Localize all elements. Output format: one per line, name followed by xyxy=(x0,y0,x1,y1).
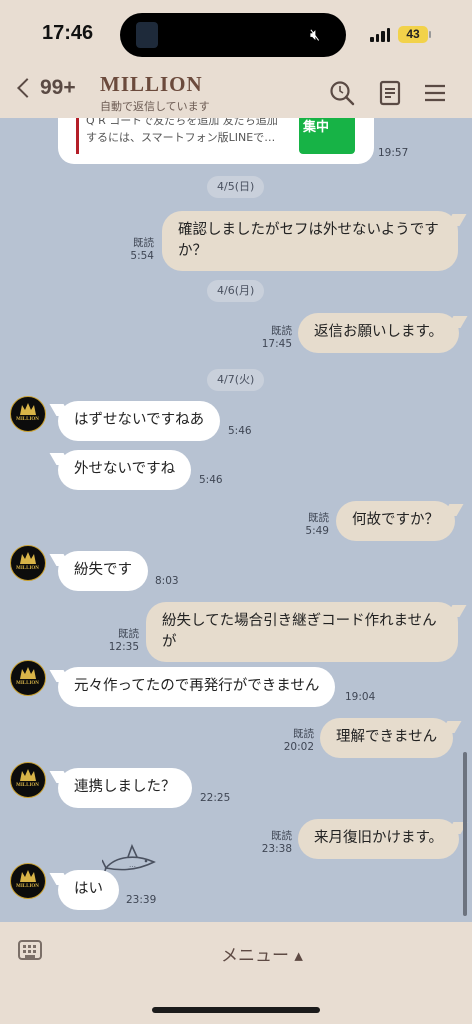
message-time: 23:39 xyxy=(126,894,157,906)
outgoing-message[interactable]: 来月復旧かけます。 xyxy=(298,819,460,859)
hamburger-menu-icon[interactable] xyxy=(422,80,448,106)
dynamic-island: 🔇︎ xyxy=(120,13,346,57)
read-receipt: 既読 xyxy=(133,237,154,249)
date-separator: 4/7(火) xyxy=(207,369,265,391)
message-time: 17:45 xyxy=(261,338,292,350)
message-time: 5:49 xyxy=(305,525,329,537)
menu-toggle-button[interactable]: メニュー ▴ xyxy=(221,941,303,966)
battery-icon: 43 xyxy=(398,26,428,43)
home-indicator[interactable] xyxy=(152,1007,320,1013)
outgoing-message[interactable]: 確認しましたがセフは外せないようですか？ xyxy=(162,211,458,271)
shared-link-card[interactable]: Q R コードで友だちを追加 友だち追加 するには、スマートフォン版LINEで…… xyxy=(58,118,374,164)
bottom-bar: メニュー ▴ xyxy=(0,922,472,1024)
outgoing-message[interactable]: 理解できません xyxy=(320,718,454,758)
message-time: 5:46 xyxy=(199,474,223,486)
message-time: 23:38 xyxy=(261,843,292,855)
auto-reply-status: 自動で返信しています xyxy=(100,100,210,113)
status-bar: 17:46 🔇︎ 43 xyxy=(0,0,472,68)
crown-logo-icon xyxy=(20,870,36,882)
crown-logo-icon xyxy=(20,552,36,564)
message-time: 22:25 xyxy=(200,792,231,804)
crown-logo-icon xyxy=(20,667,36,679)
avatar[interactable]: MILLION xyxy=(10,545,46,581)
chevron-left-icon xyxy=(17,78,37,98)
read-receipt: 既読 xyxy=(293,728,314,740)
incoming-message[interactable]: はずせないですねあ xyxy=(58,401,221,441)
cellular-signal-icon xyxy=(370,28,390,42)
card-text: Q R コードで友だちを追加 友だち追加 するには、スマートフォン版LINEで… xyxy=(86,118,278,144)
outgoing-message[interactable]: 何故ですか？ xyxy=(336,501,455,541)
read-receipt: 既読 xyxy=(308,512,329,524)
card-thumbnail: 集中 xyxy=(299,118,355,154)
keyboard-icon[interactable] xyxy=(18,940,42,960)
notes-icon[interactable] xyxy=(377,80,403,106)
incoming-message[interactable]: 外せないですね xyxy=(58,450,192,490)
avatar[interactable]: MILLION xyxy=(10,762,46,798)
read-receipt: 既読 xyxy=(271,325,292,337)
status-time: 17:46 xyxy=(42,22,94,44)
battery-tip xyxy=(429,31,431,38)
avatar-label: MILLION xyxy=(16,417,39,422)
message-time: 5:54 xyxy=(130,250,154,262)
read-receipt: 既読 xyxy=(118,628,139,640)
avatar-label: MILLION xyxy=(16,783,39,788)
read-receipt: 既読 xyxy=(271,830,292,842)
message-time: 5:46 xyxy=(228,425,252,437)
date-separator: 4/5(日) xyxy=(207,176,265,198)
message-time: 12:35 xyxy=(108,641,139,653)
date-separator: 4/6(月) xyxy=(207,280,265,302)
message-time: 19:57 xyxy=(378,147,409,159)
incoming-message[interactable]: 紛失です xyxy=(58,551,148,591)
outgoing-message[interactable]: 返信お願いします。 xyxy=(298,313,460,353)
crown-logo-icon xyxy=(20,769,36,781)
search-icon[interactable] xyxy=(329,80,355,106)
scrollbar[interactable] xyxy=(463,752,467,916)
svg-text:…: … xyxy=(129,861,136,869)
chat-header: 99+ MILLION 自動で返信しています xyxy=(0,68,472,118)
card-accent-bar xyxy=(76,118,79,154)
message-time: 8:03 xyxy=(155,575,179,587)
avatar[interactable]: MILLION xyxy=(10,863,46,899)
unread-count: 99+ xyxy=(40,76,76,99)
avatar-label: MILLION xyxy=(16,566,39,571)
message-time: 20:02 xyxy=(283,741,314,753)
message-time: 19:04 xyxy=(345,691,376,703)
chat-title[interactable]: MILLION xyxy=(100,72,203,97)
crown-logo-icon xyxy=(20,403,36,415)
speaker-mute-icon: 🔇︎ xyxy=(310,25,321,44)
avatar[interactable]: MILLION xyxy=(10,660,46,696)
back-button[interactable]: 99+ xyxy=(14,76,76,100)
incoming-message[interactable]: はい xyxy=(58,870,119,910)
avatar-label: MILLION xyxy=(16,884,39,889)
incoming-message[interactable]: 元々作ってたので再発行ができません xyxy=(58,667,336,707)
now-playing-thumbnail xyxy=(136,22,158,48)
outgoing-message[interactable]: 紛失してた場合引き継ぎコード作れませんが xyxy=(146,602,458,662)
incoming-message[interactable]: 連携しました？ xyxy=(58,768,192,808)
avatar-label: MILLION xyxy=(16,681,39,686)
avatar[interactable]: MILLION xyxy=(10,396,46,432)
